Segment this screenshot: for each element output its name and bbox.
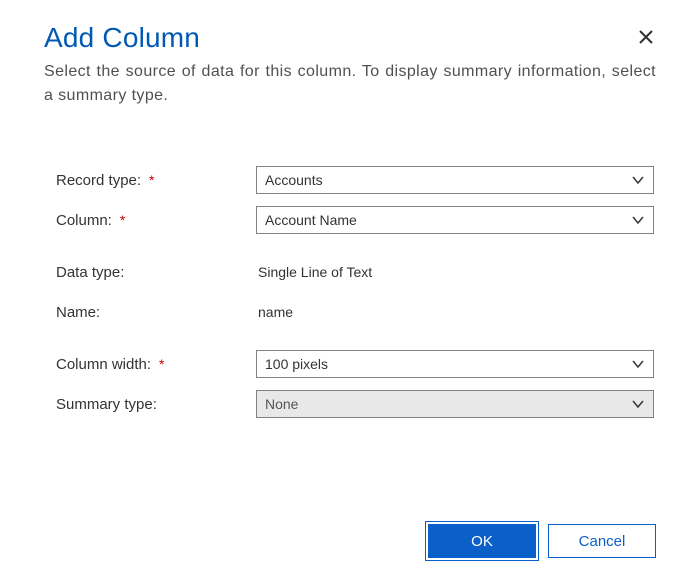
select-column[interactable]: Account Name: [256, 206, 654, 234]
field-column: Column: * Account Name: [56, 206, 654, 234]
label-text: Record type:: [56, 172, 141, 189]
required-indicator: *: [120, 212, 125, 228]
chevron-down-icon: [631, 173, 645, 187]
add-column-dialog: Add Column Select the source of data for…: [0, 0, 700, 576]
dialog-header: Add Column: [44, 22, 656, 54]
select-value: Account Name: [265, 212, 357, 228]
label-data-type: Data type:: [56, 264, 256, 281]
label-column: Column: *: [56, 212, 256, 229]
value-name: name: [256, 304, 293, 320]
cancel-button[interactable]: Cancel: [548, 524, 656, 558]
field-data-type: Data type: Single Line of Text: [56, 258, 654, 286]
required-indicator: *: [159, 356, 164, 372]
field-record-type: Record type: * Accounts: [56, 166, 654, 194]
label-record-type: Record type: *: [56, 172, 256, 189]
label-summary-type: Summary type:: [56, 396, 256, 413]
select-column-width[interactable]: 100 pixels: [256, 350, 654, 378]
field-column-width: Column width: * 100 pixels: [56, 350, 654, 378]
field-summary-type: Summary type: None: [56, 390, 654, 418]
select-value: 100 pixels: [265, 356, 328, 372]
value-data-type: Single Line of Text: [256, 264, 372, 280]
form: Record type: * Accounts Column: * Accoun…: [44, 166, 656, 430]
ok-button[interactable]: OK: [428, 524, 536, 558]
select-value: None: [265, 396, 298, 412]
required-indicator: *: [149, 172, 154, 188]
chevron-down-icon: [631, 397, 645, 411]
label-text: Summary type:: [56, 396, 157, 413]
field-name: Name: name: [56, 298, 654, 326]
label-text: Name:: [56, 304, 100, 321]
select-record-type[interactable]: Accounts: [256, 166, 654, 194]
label-column-width: Column width: *: [56, 356, 256, 373]
dialog-footer: OK Cancel: [44, 508, 656, 576]
chevron-down-icon: [631, 357, 645, 371]
close-icon: [639, 30, 653, 47]
select-value: Accounts: [265, 172, 323, 188]
dialog-title: Add Column: [44, 22, 656, 54]
dialog-subtitle: Select the source of data for this colum…: [44, 60, 656, 108]
label-text: Data type:: [56, 264, 124, 281]
label-text: Column:: [56, 212, 112, 229]
label-name: Name:: [56, 304, 256, 321]
select-summary-type[interactable]: None: [256, 390, 654, 418]
chevron-down-icon: [631, 213, 645, 227]
close-button[interactable]: [636, 28, 656, 48]
label-text: Column width:: [56, 356, 151, 373]
